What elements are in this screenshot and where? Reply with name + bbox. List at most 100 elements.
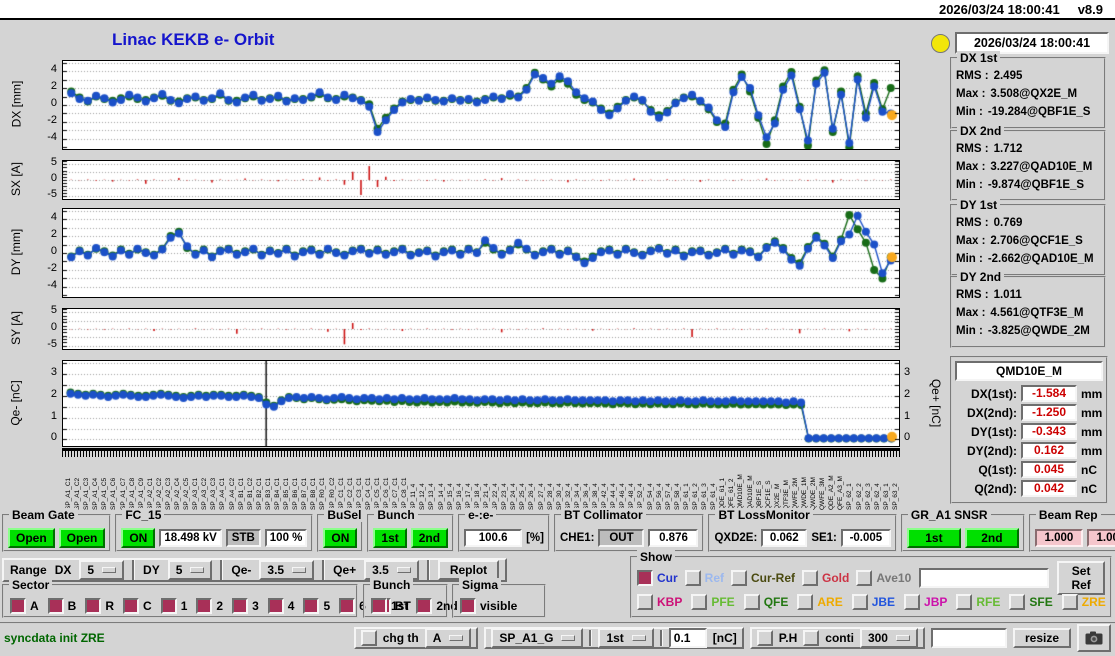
bpm-name-label: SP_A3_C2 [201,477,209,510]
show-checkbox-KBP[interactable] [637,594,653,610]
bunch-checkbox-1st[interactable] [371,598,387,614]
screenshot-button[interactable] [1077,624,1111,652]
sector-checkbox-5[interactable] [303,598,320,614]
range-label: Range [10,563,47,577]
bpm-name-label: SP_A1_C9 [137,477,145,510]
fc15-on-button[interactable]: ON [121,528,156,548]
bpm-name-label: SP_28_4 [546,483,554,510]
bpm-name-label: SP_A2_C2 [155,477,163,510]
show-checkbox-Cur-Ref[interactable] [731,570,748,586]
beam-rep-group: Beam Rep 1.000 1.000 [Hz] 100.000 [%] [1028,508,1115,552]
sector-checkbox-6[interactable] [339,598,356,614]
sector-checkbox-B[interactable] [47,598,64,614]
axis-tick-label: 1 [904,409,911,422]
axis-tick-label: -4 [47,278,57,291]
sigma-checkbox-visible[interactable] [460,598,476,614]
bpm-name-label: SP_B2_C1 [255,477,263,510]
bpm-name-label: SP_C2_C1 [346,477,354,510]
range-qe-plus-menu[interactable]: 3.5 [364,560,419,580]
axis-tick-label: 1 [50,409,57,422]
se1-label: SE1: [811,532,837,544]
range-dy-menu[interactable]: 5 [167,560,213,580]
qmd-row-value: -1.250 [1021,404,1077,421]
show-checkbox-SFE[interactable] [1009,594,1026,610]
show-jbe: JBE [851,594,896,610]
resize-button[interactable]: resize [1012,628,1071,648]
bpm-name-label: SP_C6_C1 [383,477,391,510]
sector-label: 3 [252,599,259,613]
show-checkbox-PFE[interactable] [691,594,708,610]
gr-a1-snsr-group: GR_A1 SNSR 1st 2nd [900,508,1025,552]
stat-group-dx2nd: DX 2nd RMS : 1.712 Max : 3.227@QAD10E_M Mi… [950,124,1106,201]
qmd-row-value: 0.045 [1021,461,1077,478]
bpm-select-menu[interactable]: SP_A1_G [491,628,584,648]
bpm-name-label: SP_63_1 [882,483,890,510]
ph-checkbox[interactable] [756,630,773,646]
sector-1: 1 [160,598,187,614]
interval-menu[interactable]: 300 [859,628,918,648]
sector-checkbox-3[interactable] [232,598,249,614]
show-label: JBE [871,595,896,609]
min-label: Min : [956,253,983,265]
bunch-2nd-button[interactable]: 2nd [410,528,449,548]
show-checkbox-Ref[interactable] [684,570,701,586]
bunch-checkbox-2nd[interactable] [416,598,433,614]
se1-field: -0.005 [840,529,891,547]
bt-lossmonitor-group: BT LossMonitor QXD2E: 0.062 SE1: -0.005 [708,508,897,552]
chg-th-checkbox[interactable] [360,630,377,646]
show-are: ARE [797,594,843,610]
show-checkbox-Cur[interactable] [637,570,653,586]
beam-gate-open-button-1[interactable]: Open [8,528,55,548]
show-checkbox-Gold[interactable] [802,570,819,586]
show-checkbox-RFE[interactable] [956,594,973,610]
bunch-1st-button[interactable]: 1st [373,528,407,548]
bunch-group: Bunch 1st 2nd [367,508,455,552]
set-ref-button[interactable]: Set Ref [1057,561,1105,595]
gr-a1-2nd-button[interactable]: 2nd [964,528,1019,548]
ref-name-input[interactable] [919,568,1050,588]
bpm-name-label: SP_A1_C4 [92,477,100,510]
sector-checkbox-R[interactable] [85,598,102,614]
fc15-stb-button[interactable]: STB [225,529,261,547]
beam-gate-open-button-2[interactable]: Open [58,528,106,548]
show-gold: Gold [802,570,849,586]
axis-tick-label: 0 [904,431,911,444]
sector-checkbox-2[interactable] [196,598,213,614]
bpm-name-label: SP_A1_C5 [101,477,109,510]
sector-select-menu[interactable]: A [424,628,472,648]
sector-checkbox-4[interactable] [267,598,284,614]
axis-tick-label: 2 [904,387,911,400]
qmd-row-unit: nC [1081,481,1097,496]
gr-a1-1st-button[interactable]: 1st [906,528,961,548]
sector-select-value: A [432,631,442,645]
range-qe-minus-menu[interactable]: 3.5 [259,560,315,580]
bpm-select-value: SP_A1_G [499,631,554,645]
rms-value: 1.011 [993,289,1022,301]
bpm-name-label: SP_11_4 [410,483,418,510]
conti-checkbox[interactable] [803,630,820,646]
range-qe-plus-label: Qe+ [333,563,357,577]
range-dx-menu[interactable]: 5 [79,560,125,580]
show-checkbox-QFE[interactable] [743,594,760,610]
show-jbp: JBP [904,594,947,610]
sector-checkbox-1[interactable] [160,598,177,614]
sector-checkbox-C[interactable] [123,598,140,614]
fc15-group: FC_15 ON 18.498 kV STB 100 % [115,508,314,552]
bunch-title: Bunch [374,508,418,522]
blank-input[interactable] [930,628,1007,648]
show-checkbox-ARE[interactable] [797,594,814,610]
plot-sx: SX [A] 5 0 -5 [0,156,948,200]
sector-title: Sector [9,578,53,592]
fc15-percent-field: 100 % [264,529,308,547]
busel-on-button[interactable]: ON [323,528,358,548]
replot-button[interactable]: Replot [437,560,500,580]
bpm-name-label: SP_54_4 [646,483,654,510]
sector-checkbox-A[interactable] [10,598,26,614]
threshold-input[interactable] [668,628,707,648]
show-checkbox-JBP[interactable] [904,594,921,610]
bunch-select-menu[interactable]: 1st [598,628,654,648]
show-checkbox-ZRE[interactable] [1061,594,1078,610]
show-checkbox-Ave10[interactable] [856,570,873,586]
show-checkbox-JBE[interactable] [851,594,868,610]
sector-label: A [30,599,39,613]
